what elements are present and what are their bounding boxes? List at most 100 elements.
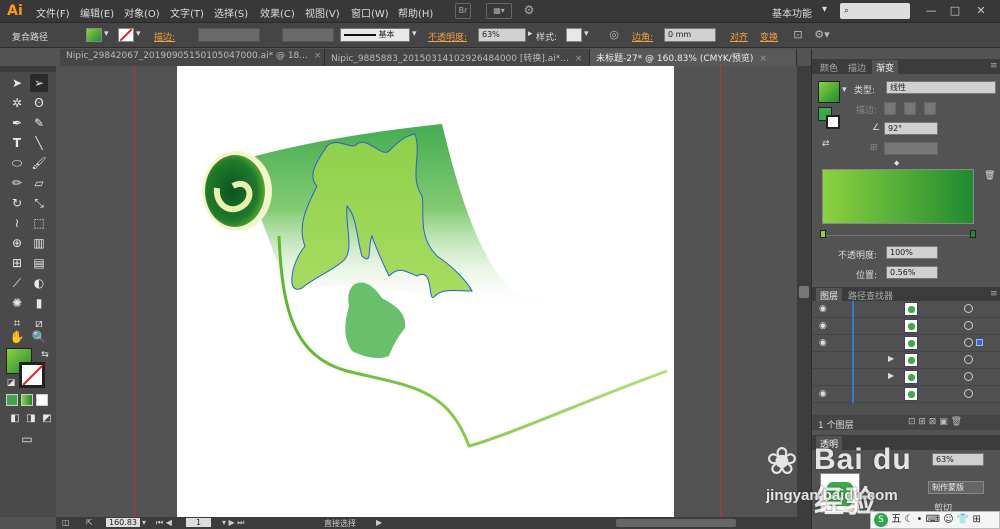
scale-tool-icon[interactable]: ⤡ <box>30 194 48 212</box>
tab-document-1[interactable]: Nipic_29842067_20190905150105047000.ai* … <box>60 49 325 66</box>
layer-row[interactable]: ◉ <box>812 301 1000 318</box>
zoom-field[interactable]: 160.83 <box>106 518 140 527</box>
brush-chevron-icon[interactable]: ▾ <box>412 29 417 39</box>
gradient-swatch-preview[interactable] <box>818 81 840 103</box>
layer-row[interactable]: ▶ <box>812 369 1000 386</box>
menu-window[interactable]: 窗口(W) <box>351 5 389 20</box>
layer-row[interactable]: ◉ <box>812 335 1000 352</box>
symbol-sprayer-tool-icon[interactable]: ✺ <box>8 294 26 312</box>
stroke-along-button[interactable] <box>904 102 916 115</box>
draw-inside-icon[interactable]: ◩ <box>38 410 56 428</box>
fill-swatch[interactable] <box>86 28 102 42</box>
target-circle-icon[interactable] <box>964 372 973 381</box>
tab-color[interactable]: 颜色 <box>816 60 842 75</box>
eraser-tool-icon[interactable]: ▱ <box>30 174 48 192</box>
export-icon[interactable]: ⇱ <box>86 518 93 527</box>
zoom-tool-icon[interactable]: 🔍 <box>30 328 48 346</box>
gradient-stops-track[interactable] <box>820 228 976 238</box>
ellipse-tool-icon[interactable]: ⬭ <box>8 154 26 172</box>
color-mode-button[interactable] <box>6 394 18 406</box>
stroke-weight-field[interactable] <box>198 28 260 42</box>
default-colors-icon[interactable]: ◪ <box>2 374 20 392</box>
expand-arrow-icon[interactable]: ▶ <box>888 371 894 380</box>
blend-tool-icon[interactable]: ◐ <box>30 274 48 292</box>
none-mode-button[interactable] <box>36 394 48 406</box>
zoom-chevron-icon[interactable]: ▾ <box>142 518 146 527</box>
type-tool-icon[interactable]: T <box>8 134 26 152</box>
menu-help[interactable]: 帮助(H) <box>398 5 433 20</box>
tab-close-icon[interactable]: × <box>575 54 583 64</box>
menu-edit[interactable]: 编辑(E) <box>80 5 114 20</box>
fill-chevron-icon[interactable]: ▾ <box>104 29 109 39</box>
variable-width-dropdown[interactable] <box>282 28 334 42</box>
style-swatch[interactable] <box>566 28 582 42</box>
gradient-slider-preview[interactable] <box>822 169 974 224</box>
layer-row[interactable]: ◉ <box>812 318 1000 335</box>
stroke-link[interactable]: 描边: <box>154 30 175 43</box>
layers-menu-icon[interactable]: ≡ <box>986 288 1000 300</box>
stroke-swatch[interactable] <box>118 28 134 42</box>
stop-location-field[interactable]: 0.56% <box>886 266 938 279</box>
selection-tool-icon[interactable]: ➤ <box>8 74 26 92</box>
menu-file[interactable]: 文件(F) <box>36 5 70 20</box>
gradient-tool-icon[interactable]: ▤ <box>30 254 48 272</box>
tab-document-2[interactable]: Nipic_9885883_20150314102926484000 [转换].… <box>325 49 590 66</box>
isolate-object-icon[interactable]: ⊡ <box>790 27 806 43</box>
maximize-button[interactable]: □ <box>946 2 964 20</box>
tab-document-active[interactable]: 未标题-27* @ 160.83% (CMYK/预览) × <box>590 49 797 66</box>
gradient-mode-button[interactable] <box>21 394 33 406</box>
target-circle-icon[interactable] <box>964 304 973 313</box>
eyedropper-tool-icon[interactable]: ⟋ <box>8 274 26 292</box>
curvature-tool-icon[interactable]: ✎ <box>30 114 48 132</box>
canvas-area[interactable] <box>56 66 797 517</box>
recolor-artwork-icon[interactable]: ◎ <box>606 27 622 43</box>
bridge-button[interactable]: Br <box>455 3 471 19</box>
selected-art-indicator[interactable] <box>976 339 983 346</box>
next-artboard-icon[interactable]: ▾ ▶ ⏭ <box>222 518 244 528</box>
page-field[interactable]: 1 <box>186 518 212 527</box>
swap-colors-icon[interactable]: ⇆ <box>36 346 54 364</box>
free-transform-tool-icon[interactable]: ⬚ <box>30 214 48 232</box>
tab-close-icon[interactable]: × <box>759 54 767 64</box>
target-circle-icon[interactable] <box>964 389 973 398</box>
hand-tool-icon[interactable]: ✋ <box>8 328 26 346</box>
visibility-eye-icon[interactable]: ◉ <box>819 338 827 348</box>
workspace-switcher[interactable]: 基本功能 <box>772 5 812 20</box>
mesh-tool-icon[interactable]: ⊞ <box>8 254 26 272</box>
pen-tool-icon[interactable]: ✒ <box>8 114 26 132</box>
menu-effect[interactable]: 效果(C) <box>260 5 295 20</box>
close-button[interactable]: ✕ <box>972 2 990 20</box>
artboard[interactable] <box>177 66 674 517</box>
layers-list[interactable]: ◉ ◉ ◉ ▶ ▶ ◉ <box>812 301 1000 415</box>
angle-field[interactable]: 92° <box>884 122 938 135</box>
artwork-svg[interactable] <box>177 66 674 517</box>
layer-actions-icons[interactable]: ⊡ ⊞ ⊠ ▣ 🗑 <box>908 417 962 427</box>
perspective-grid-tool-icon[interactable]: ▥ <box>30 234 48 252</box>
corner-link[interactable]: 边角: <box>632 30 653 43</box>
reverse-gradient-icon[interactable]: ⇄ <box>822 139 830 149</box>
direct-selection-tool-icon[interactable]: ➢ <box>30 74 48 92</box>
search-input[interactable]: ⌕ <box>840 3 910 19</box>
status-menu-icon[interactable]: ▶ <box>376 518 382 527</box>
ime-logo-icon[interactable]: S <box>874 513 888 527</box>
delete-stop-icon[interactable]: 🗑 <box>984 171 995 181</box>
opacity-chevron-icon[interactable]: ▸ <box>528 29 533 39</box>
stop-opacity-field[interactable]: 100% <box>886 246 938 259</box>
stroke-chevron-icon[interactable]: ▾ <box>136 29 141 39</box>
ime-tools-icons[interactable]: ☾ • ⌨ ☺ 👕 ⊞ <box>904 514 980 525</box>
ime-mode-label[interactable]: 五 <box>891 514 901 525</box>
tab-stroke[interactable]: 描边 <box>844 60 870 75</box>
gradient-type-dropdown[interactable]: 线性 <box>886 81 996 94</box>
paintbrush-tool-icon[interactable]: 🖌 <box>30 154 48 172</box>
pencil-tool-icon[interactable]: ✏ <box>8 174 26 192</box>
style-chevron-icon[interactable]: ▾ <box>584 29 589 39</box>
transform-link[interactable]: 变换 <box>760 30 778 43</box>
shape-builder-tool-icon[interactable]: ⊕ <box>8 234 26 252</box>
lasso-tool-icon[interactable]: ʘ <box>30 94 48 112</box>
target-circle-icon[interactable] <box>964 321 973 330</box>
first-artboard-icon[interactable]: ⏮ ◀ <box>156 518 172 528</box>
artboard-nav-icon[interactable]: ◫ <box>62 518 70 527</box>
corner-radius-field[interactable]: 0 mm <box>664 28 716 42</box>
layer-row[interactable]: ◉ <box>812 386 1000 403</box>
arrange-documents-icon[interactable]: ▦▾ <box>486 3 512 19</box>
